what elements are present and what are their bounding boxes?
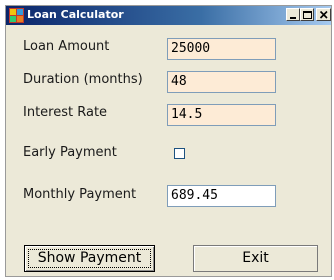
minimize-button[interactable] [286,8,300,21]
window-title: Loan Calculator [27,8,124,21]
interest-rate-input[interactable]: 14.5 [167,104,276,126]
exit-label: Exit [242,250,269,266]
loan-amount-label: Loan Amount [23,39,110,54]
early-payment-label: Early Payment [23,145,117,160]
close-icon [319,10,328,19]
app-icon[interactable] [9,8,24,23]
interest-rate-label: Interest Rate [23,105,108,120]
monthly-payment-label: Monthly Payment [23,187,137,202]
duration-input[interactable]: 48 [167,71,276,93]
monthly-payment-output[interactable]: 689.45 [167,185,276,207]
close-button[interactable] [316,8,331,21]
exit-button[interactable]: Exit [193,245,318,272]
show-payment-button[interactable]: Show Payment [24,245,155,272]
maximize-icon [303,11,312,19]
show-payment-label: Show Payment [37,250,142,266]
loan-calculator-window: Loan Calculator Loan Amount 25000 Durati… [5,5,332,277]
title-bar[interactable]: Loan Calculator [6,6,331,25]
early-payment-checkbox[interactable] [174,148,185,159]
loan-amount-input[interactable]: 25000 [167,38,276,60]
duration-label: Duration (months) [23,72,143,87]
minimize-icon [290,17,296,19]
maximize-button[interactable] [300,8,314,21]
